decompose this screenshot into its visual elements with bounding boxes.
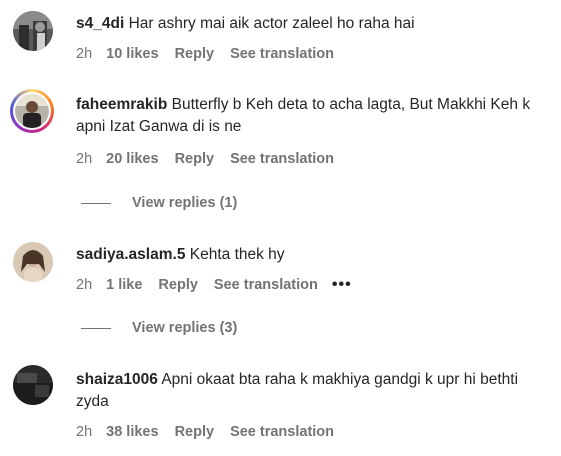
comment-time: 2h: [76, 424, 93, 440]
comment-body: Har ashry mai aik actor zaleel ho raha h…: [128, 15, 415, 32]
reply-button[interactable]: Reply: [175, 151, 215, 167]
comment-text-block: s4_4di Har ashry mai aik actor zaleel ho…: [76, 13, 546, 35]
comment-username[interactable]: faheemrakib: [76, 96, 167, 113]
more-options-icon[interactable]: •••: [332, 276, 352, 294]
avatar-image: [13, 242, 53, 282]
avatar[interactable]: [13, 365, 53, 405]
see-translation-button[interactable]: See translation: [230, 151, 334, 167]
comment-username[interactable]: sadiya.aslam.5: [76, 246, 185, 263]
likes-count[interactable]: 38 likes: [106, 424, 158, 440]
comment-item: shaiza1006 Apni okaat bta raha k makhiya…: [0, 355, 561, 456]
avatar-image: [13, 365, 53, 405]
comment-username[interactable]: shaiza1006: [76, 371, 158, 388]
comment-meta: 2h 20 likes Reply See translation: [76, 151, 334, 167]
avatar-image: [13, 11, 53, 51]
avatar[interactable]: [10, 89, 54, 133]
see-translation-button[interactable]: See translation: [214, 277, 318, 293]
comment-meta: 2h 10 likes Reply See translation: [76, 46, 334, 62]
comment-time: 2h: [76, 277, 93, 293]
comment-item: faheemrakib Butterfly b Keh deta to acha…: [0, 80, 561, 220]
comment-text-block: shaiza1006 Apni okaat bta raha k makhiya…: [76, 369, 546, 413]
reply-button[interactable]: Reply: [158, 277, 198, 293]
see-translation-button[interactable]: See translation: [230, 424, 334, 440]
comment-time: 2h: [76, 151, 93, 167]
avatar[interactable]: [13, 242, 53, 282]
see-translation-button[interactable]: See translation: [230, 46, 334, 62]
reply-button[interactable]: Reply: [175, 424, 215, 440]
avatar[interactable]: [13, 11, 53, 51]
comment-username[interactable]: s4_4di: [76, 15, 124, 32]
likes-count[interactable]: 10 likes: [106, 46, 158, 62]
view-replies-button[interactable]: View replies (3): [81, 320, 237, 336]
view-replies-label: View replies (3): [132, 320, 238, 336]
comment-item: s4_4di Har ashry mai aik actor zaleel ho…: [0, 0, 561, 80]
likes-count[interactable]: 1 like: [106, 277, 142, 293]
comment-body: Kehta thek hy: [189, 246, 285, 263]
comment-item: sadiya.aslam.5 Kehta thek hy 2h 1 like R…: [0, 230, 561, 350]
view-replies-button[interactable]: View replies (1): [81, 195, 237, 211]
comment-meta: 2h 1 like Reply See translation •••: [76, 276, 352, 294]
reply-button[interactable]: Reply: [175, 46, 215, 62]
replies-divider-line: [81, 327, 111, 329]
avatar-image: [15, 94, 49, 128]
likes-count[interactable]: 20 likes: [106, 151, 158, 167]
comment-text-block: sadiya.aslam.5 Kehta thek hy: [76, 244, 546, 266]
comment-text-block: faheemrakib Butterfly b Keh deta to acha…: [76, 94, 546, 138]
comment-time: 2h: [76, 46, 93, 62]
replies-divider-line: [81, 202, 111, 204]
comment-meta: 2h 38 likes Reply See translation: [76, 424, 334, 440]
view-replies-label: View replies (1): [132, 195, 238, 211]
